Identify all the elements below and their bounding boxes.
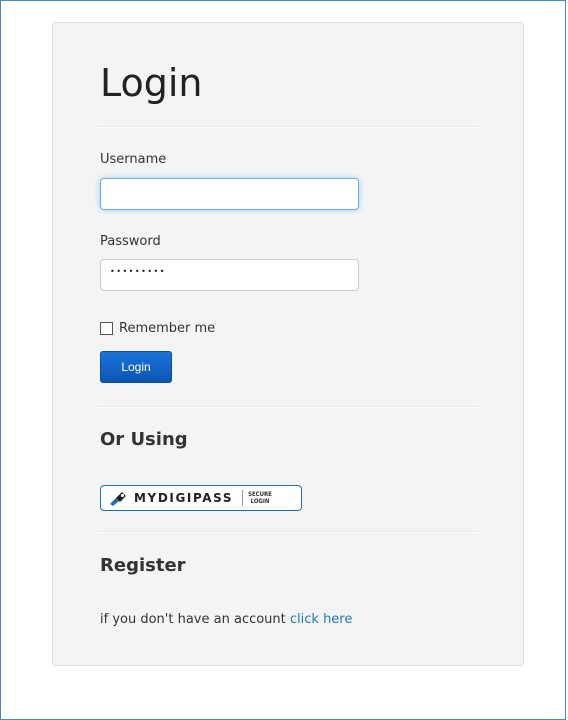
- remember-me-checkbox[interactable]: [100, 322, 113, 335]
- remember-me[interactable]: Remember me: [100, 321, 215, 336]
- login-button[interactable]: Login: [100, 351, 172, 383]
- key-icon: [106, 487, 128, 509]
- password-mask: •••••••••: [110, 267, 166, 276]
- username-input[interactable]: [100, 178, 359, 210]
- register-prompt: if you don't have an account click here: [100, 612, 352, 627]
- mydigipass-login-button[interactable]: MYDIGIPASS SECURE LOGIN: [100, 485, 302, 511]
- divider: [100, 531, 476, 533]
- or-using-heading: Or Using: [100, 429, 188, 450]
- secure-badge-line1: SECURE: [248, 491, 272, 498]
- register-link[interactable]: click here: [290, 612, 352, 627]
- page-title: Login: [100, 61, 203, 105]
- mydigipass-separator: [242, 490, 244, 506]
- login-panel: Login Username Password ••••••••• Rememb…: [52, 22, 524, 666]
- divider: [100, 126, 476, 128]
- register-prompt-text: if you don't have an account: [100, 612, 290, 627]
- mydigipass-label: MYDIGIPASS: [134, 491, 234, 505]
- username-label: Username: [100, 152, 167, 167]
- secure-login-badge: SECURE LOGIN: [248, 491, 272, 505]
- divider: [100, 406, 476, 408]
- register-heading: Register: [100, 555, 186, 576]
- secure-badge-line2: LOGIN: [250, 498, 270, 505]
- password-label: Password: [100, 234, 161, 249]
- remember-me-label: Remember me: [119, 321, 216, 336]
